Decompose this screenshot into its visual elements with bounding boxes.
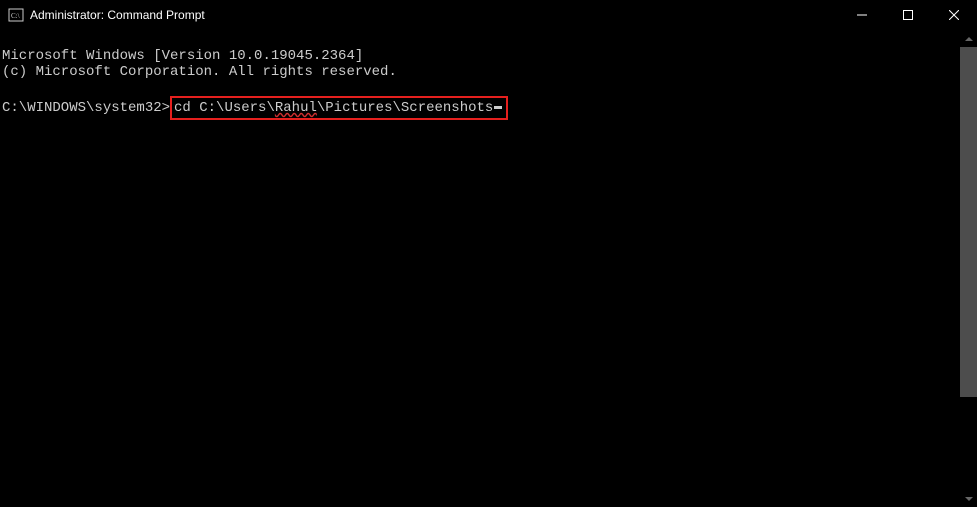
prompt-line: C:\WINDOWS\system32>cd C:\Users\Rahul\Pi… [2,96,977,120]
scroll-up-arrow[interactable] [960,30,977,47]
terminal[interactable]: Microsoft Windows [Version 10.0.19045.23… [0,30,977,507]
scroll-track[interactable] [960,47,977,490]
minimize-button[interactable] [839,0,885,30]
scroll-thumb[interactable] [960,47,977,397]
window-title: Administrator: Command Prompt [30,0,205,30]
scroll-down-arrow[interactable] [960,490,977,507]
window-controls [839,0,977,30]
svg-text:C:\: C:\ [11,12,20,20]
highlighted-command: cd C:\Users\Rahul\Pictures\Screenshots [170,96,508,120]
cursor [494,106,502,109]
prompt-text: C:\WINDOWS\system32> [2,100,170,116]
version-line: Microsoft Windows [Version 10.0.19045.23… [2,48,363,64]
command-user: Rahul [275,100,317,116]
titlebar-left: C:\ Administrator: Command Prompt [0,0,205,30]
scrollbar[interactable] [960,30,977,507]
command-pre: cd C:\Users\ [174,100,275,116]
copyright-line: (c) Microsoft Corporation. All rights re… [2,64,397,80]
titlebar[interactable]: C:\ Administrator: Command Prompt [0,0,977,30]
cmd-icon: C:\ [8,7,24,23]
maximize-button[interactable] [885,0,931,30]
close-button[interactable] [931,0,977,30]
command-post: \Pictures\Screenshots [317,100,493,116]
terminal-output: Microsoft Windows [Version 10.0.19045.23… [0,30,977,120]
